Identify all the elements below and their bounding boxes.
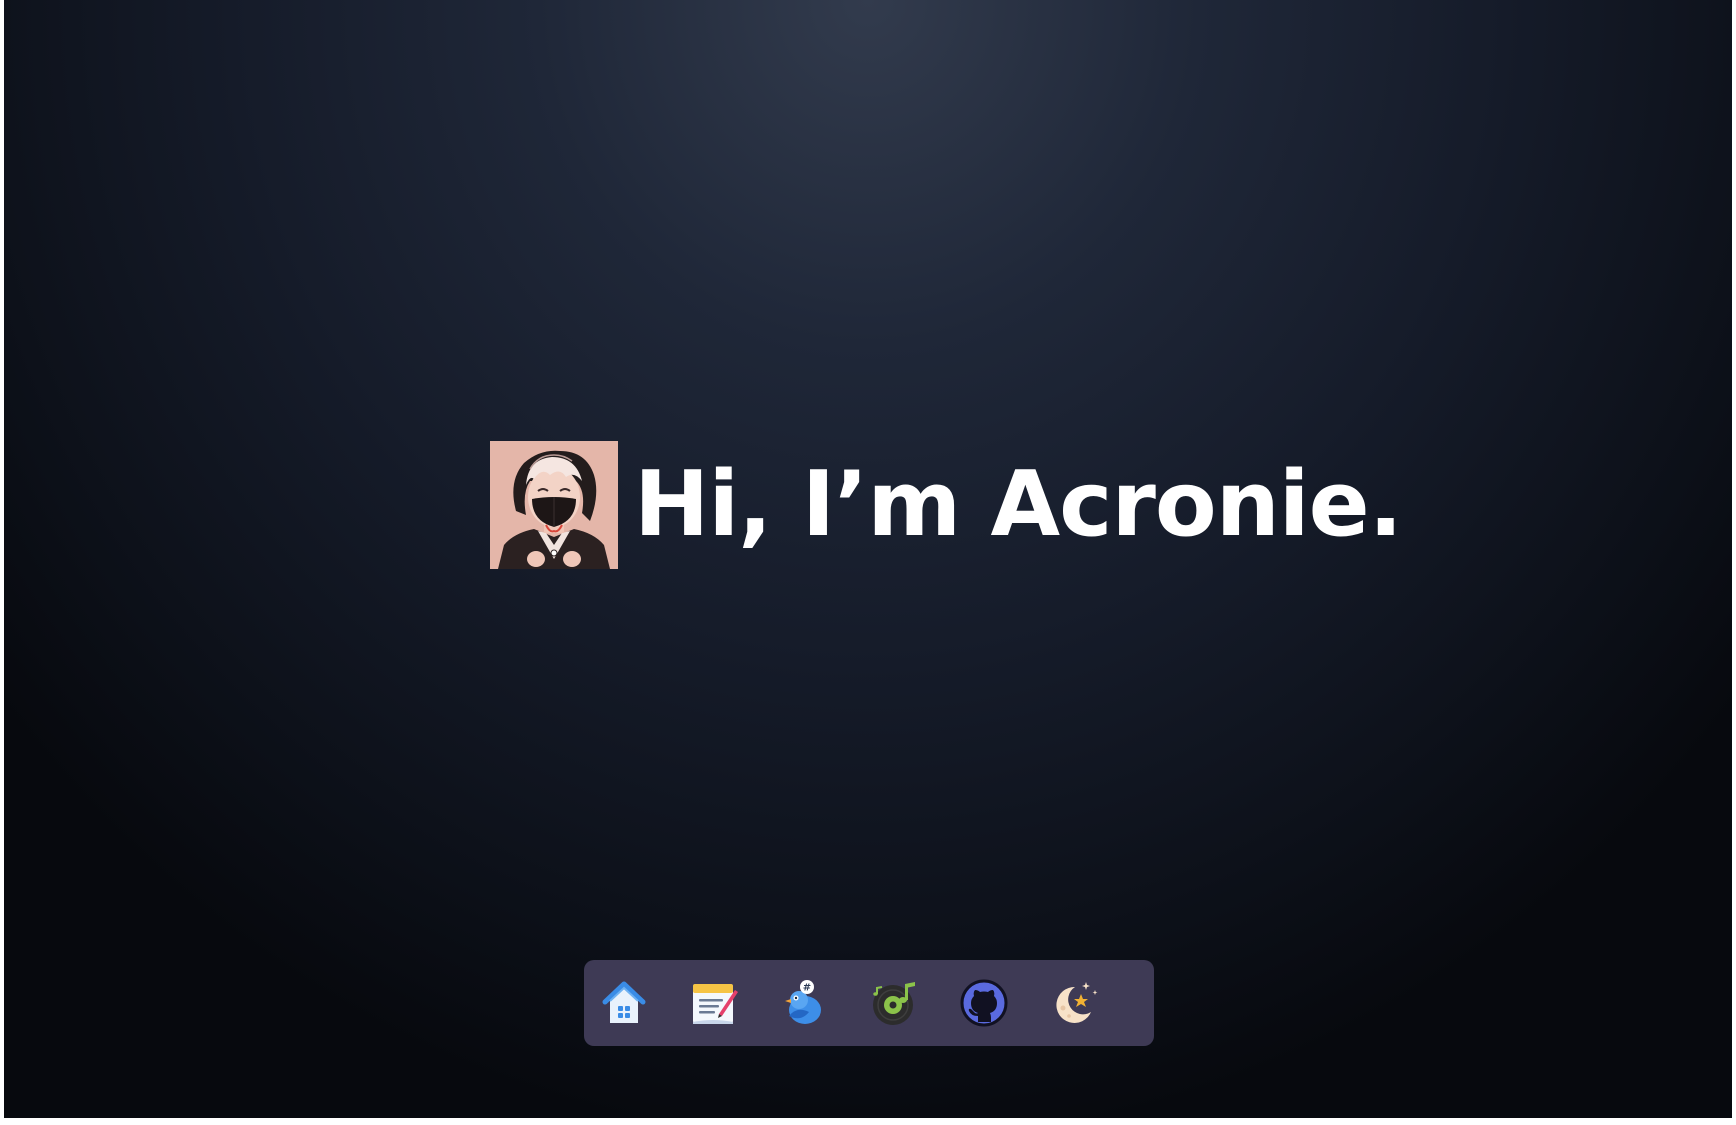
dock-item-notes[interactable] [689, 978, 739, 1028]
dock-item-github[interactable] [959, 978, 1009, 1028]
bird-hashtag-icon: # [785, 980, 821, 1024]
dock-item-home[interactable] [599, 978, 649, 1028]
github-icon [960, 979, 1008, 1027]
masked-character-avatar-icon [490, 441, 618, 569]
home-icon [602, 981, 646, 1023]
moon-stars-icon [1056, 982, 1098, 1023]
svg-text:#: # [803, 983, 811, 994]
dock-item-music[interactable] [869, 978, 919, 1028]
desktop-background: Hi, I’m Acronie. # [4, 0, 1732, 1118]
notepad-icon [693, 984, 738, 1024]
avatar [490, 441, 618, 569]
music-disc-icon [873, 982, 915, 1025]
hero-greeting: Hi, I’m Acronie. [634, 452, 1403, 557]
dock: # [584, 960, 1154, 1046]
hero: Hi, I’m Acronie. [490, 441, 1403, 569]
dock-item-social[interactable]: # [779, 978, 829, 1028]
dock-item-theme[interactable] [1049, 978, 1099, 1028]
